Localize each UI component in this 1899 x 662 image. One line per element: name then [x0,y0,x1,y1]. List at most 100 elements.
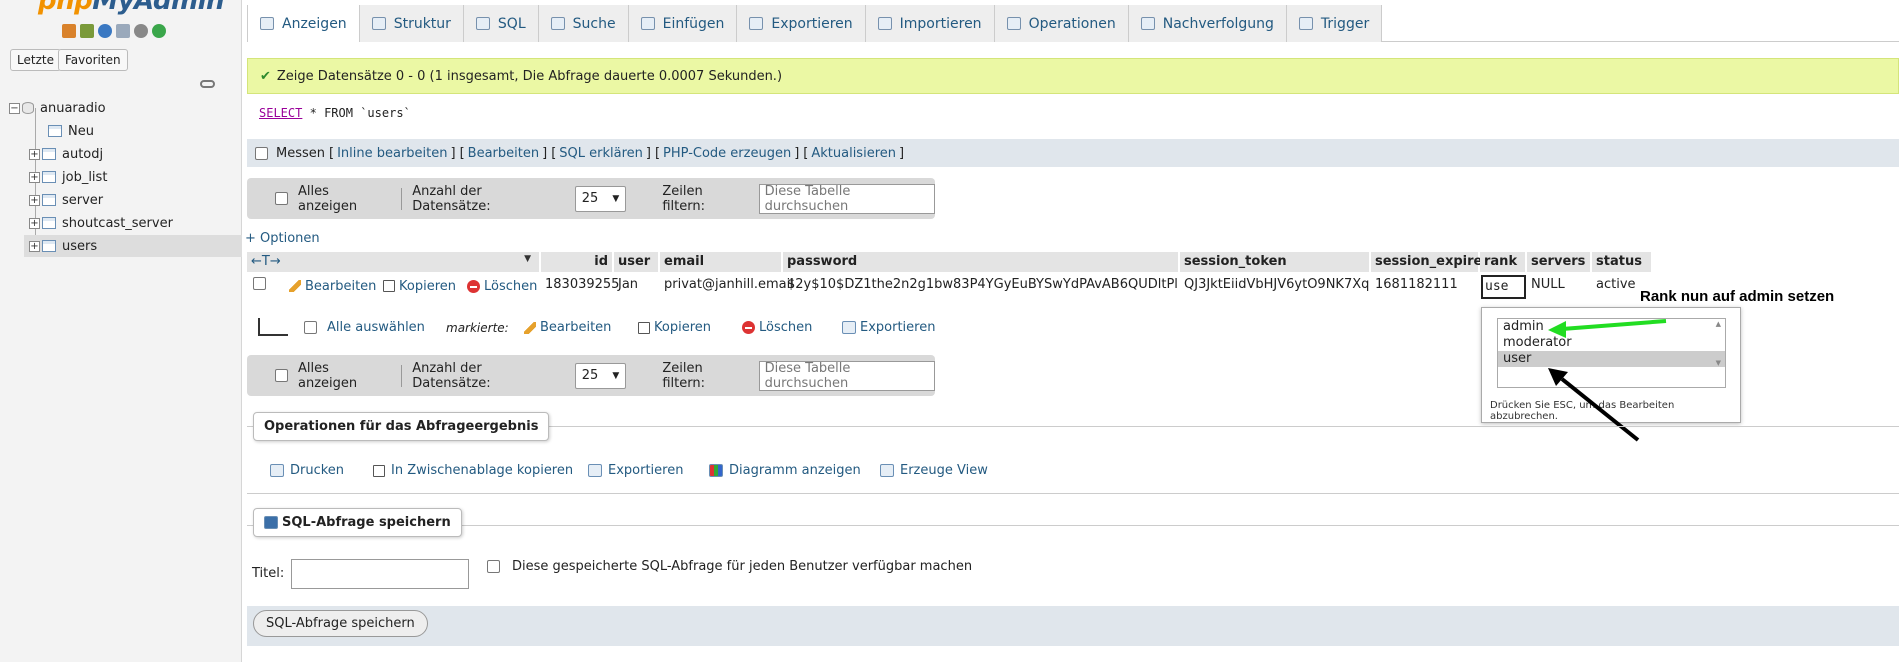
tree-table-autodj[interactable]: + autodj [0,143,242,165]
table-name[interactable]: server [62,193,103,208]
tab-triggers[interactable]: Trigger [1286,5,1383,42]
tab-import[interactable]: Importieren [865,5,995,42]
cell-email[interactable]: privat@janhill.email [660,275,798,297]
cell-session-token[interactable]: QJ3JktEiidVbHJV6ytO9NK7Xq [1180,275,1373,297]
row-count-select[interactable]: 25 ▼ [574,362,627,389]
edit-query-link[interactable]: Bearbeiten [468,146,539,161]
export-result-link[interactable]: Exportieren [588,463,683,478]
cell-user[interactable]: Jan [614,275,642,297]
filter-rows-input[interactable]: Diese Tabelle durchsuchen [758,360,935,391]
copy-to-clipboard-link[interactable]: In Zwischenablage kopieren [373,463,573,478]
row-edit-link[interactable]: Bearbeiten [285,275,380,297]
tree-database[interactable]: − anuaradio [0,97,242,119]
column-header-status[interactable]: status [1592,252,1651,272]
scroll-up-icon[interactable]: ▲ [1716,320,1721,328]
rank-edit-input[interactable]: use [1481,275,1526,299]
expand-icon[interactable]: + [29,240,40,252]
cell-id[interactable]: 183039255 [541,275,623,297]
tab-export[interactable]: Exportieren [737,5,866,42]
expand-icon[interactable]: + [29,171,40,183]
column-header-rank[interactable]: rank [1480,252,1525,272]
insert-icon [640,17,655,30]
expand-icon[interactable]: + [29,217,40,229]
profiling-checkbox[interactable] [255,146,268,160]
sql-keyword-select[interactable]: SELECT [259,106,302,120]
cell-session-expire[interactable]: 1681182111 [1371,275,1462,297]
show-all-checkbox[interactable] [275,369,288,382]
column-header-user[interactable]: user [614,252,658,272]
profiling-label: Messen [276,145,325,161]
reload-icon[interactable] [152,24,166,38]
column-arrows-header[interactable]: ←T→ ▼ [247,252,539,272]
row-copy-link[interactable]: Kopieren [379,275,460,297]
column-header-session-expire[interactable]: session_expire [1371,252,1482,272]
php-code-link[interactable]: PHP-Code erzeugen [663,146,791,161]
help-icon[interactable] [98,24,112,38]
filter-rows-input[interactable]: Diese Tabelle durchsuchen [758,183,935,214]
row-count-select[interactable]: 25 ▼ [574,185,627,212]
tree-table-shoutcast-server[interactable]: + shoutcast_server [0,212,242,234]
select-all-label[interactable]: Alle auswählen [327,320,425,335]
tree-table-server[interactable]: + server [0,189,242,211]
cell-servers[interactable]: NULL [1527,275,1569,297]
column-header-servers[interactable]: servers [1527,252,1590,272]
refresh-link[interactable]: Aktualisieren [811,146,896,161]
tree-table-job-list[interactable]: + job_list [0,166,242,188]
arrow-left-icon[interactable]: ← [251,254,262,269]
table-name[interactable]: autodj [62,147,103,162]
tab-operations[interactable]: Operationen [994,5,1129,42]
cell-status[interactable]: active [1592,275,1640,297]
docs-icon[interactable] [116,24,130,38]
row-checkbox[interactable] [253,277,266,290]
inline-edit-link[interactable]: Inline bearbeiten [337,146,447,161]
column-header-email[interactable]: email [660,252,781,272]
show-all-checkbox[interactable] [275,192,288,205]
column-header-password[interactable]: password [783,252,1178,272]
logout-icon[interactable] [80,24,94,38]
save-sql-query-button[interactable]: SQL-Abfrage speichern [253,610,428,637]
home-icon[interactable] [62,24,76,38]
column-header-session-token[interactable]: session_token [1180,252,1369,272]
bulk-copy-button[interactable]: Kopieren [638,320,711,335]
scroll-down-icon[interactable]: ▼ [1716,359,1721,367]
expand-icon[interactable]: + [29,148,40,160]
display-chart-link[interactable]: Diagramm anzeigen [709,463,861,478]
bulk-export-button[interactable]: Exportieren [842,320,935,335]
create-view-link[interactable]: Erzeuge View [880,463,988,478]
link-with-main-panel-icon[interactable] [200,80,215,88]
tree-table-users[interactable]: + users [24,235,242,257]
explain-sql-link[interactable]: SQL erklären [559,146,643,161]
bulk-edit-button[interactable]: Bearbeiten [524,320,611,335]
table-name[interactable]: job_list [62,170,107,185]
gear-icon[interactable] [134,24,148,38]
bookmark-shared[interactable]: Diese gespeicherte SQL-Abfrage für jeden… [487,559,972,574]
tab-tracking[interactable]: Nachverfolgung [1128,5,1287,42]
recent-tables-button[interactable]: Letzte [10,49,61,71]
expand-icon[interactable]: + [29,194,40,206]
bookmark-title-input[interactable] [291,559,469,589]
phpmyadmin-logo[interactable]: phpMyAdmin [38,0,225,16]
arrow-right-icon[interactable]: → [270,254,281,269]
database-name[interactable]: anuaradio [40,101,106,116]
print-link[interactable]: Drucken [270,463,344,478]
select-all-checkbox[interactable] [304,321,317,334]
tab-structure[interactable]: Struktur [359,5,464,42]
tree-new-table[interactable]: Neu [0,120,242,142]
cell-password[interactable]: $2y$10$DZ1the2n2g1bw83P4YGyEuBYSwYdPAvAB… [783,275,1178,297]
collapse-icon[interactable]: − [9,102,20,114]
options-link[interactable]: + Optionen [245,231,320,246]
tab-sql[interactable]: SQL [463,5,539,42]
new-table-label[interactable]: Neu [68,124,94,139]
column-header-id[interactable]: id [541,252,612,272]
tab-insert[interactable]: Einfügen [628,5,738,42]
table-name[interactable]: users [62,239,97,254]
bulk-delete-button[interactable]: Löschen [742,320,812,335]
bookmark-shared-checkbox[interactable] [487,560,500,573]
columns-dropdown-icon[interactable]: ▼ [524,254,531,264]
tab-browse[interactable]: Anzeigen [247,5,360,42]
tab-search[interactable]: Suche [538,5,629,42]
table-name[interactable]: shoutcast_server [62,216,173,231]
select-all[interactable]: Alle auswählen [304,320,425,335]
row-delete-link[interactable]: Löschen [463,275,541,297]
favorite-tables-button[interactable]: Favoriten [58,49,128,71]
